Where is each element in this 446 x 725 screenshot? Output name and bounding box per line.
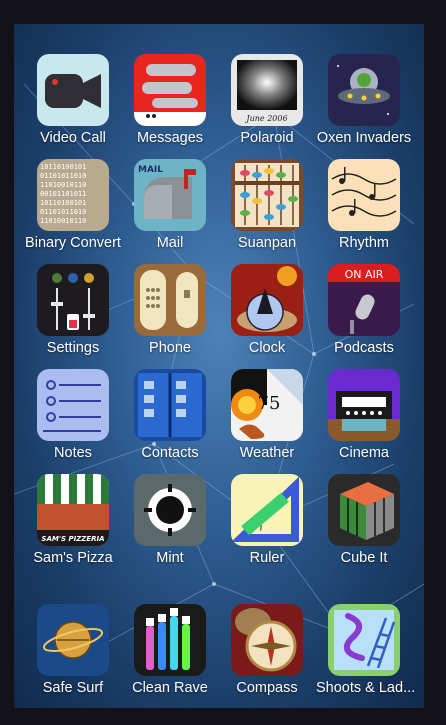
app-notes[interactable]: Notes xyxy=(25,369,121,461)
app-label: Oxen Invaders xyxy=(316,130,412,146)
temperature-text: 75 xyxy=(258,393,281,414)
app-mint[interactable]: Mint xyxy=(122,474,218,566)
app-mail[interactable]: MAIL Mail xyxy=(122,159,218,251)
address-book-icon xyxy=(134,369,206,441)
app-clock[interactable]: Clock xyxy=(219,264,315,356)
ufo-icon xyxy=(328,54,400,126)
phone-handset-icon xyxy=(134,264,206,336)
pizzeria-storefront-icon: SAM'S PIZZERIA xyxy=(37,474,109,546)
mailbox-icon: MAIL xyxy=(134,159,206,231)
app-settings[interactable]: Settings xyxy=(25,264,121,356)
polaroid-photo-icon: June 2006 xyxy=(231,54,303,126)
app-label: Phone xyxy=(149,340,191,356)
app-label: Contacts xyxy=(141,445,199,461)
app-label: Suanpan xyxy=(237,235,297,251)
app-clean-rave[interactable]: Clean Rave xyxy=(122,604,218,696)
app-podcasts[interactable]: ON AIR Podcasts xyxy=(316,264,412,356)
app-safe-surf[interactable]: Safe Surf xyxy=(25,604,121,696)
abacus-icon xyxy=(231,159,303,231)
app-compass[interactable]: Compass xyxy=(219,604,315,696)
film-projector-icon xyxy=(328,369,400,441)
app-contacts[interactable]: Contacts xyxy=(122,369,218,461)
app-sams-pizza[interactable]: SAM'S PIZZERIA Sam's Pizza xyxy=(25,474,121,566)
app-label: Clock xyxy=(248,340,286,356)
app-messages[interactable]: Messages xyxy=(122,54,218,146)
compass-icon xyxy=(231,604,303,676)
svg-text:01101011010: 01101011010 xyxy=(40,208,86,216)
binary-digits-icon: 10110100101 01101011010 11010010110 0010110… xyxy=(37,159,109,231)
svg-text:10110100101: 10110100101 xyxy=(40,199,86,207)
app-label: Podcasts xyxy=(334,340,394,356)
app-label: Rhythm xyxy=(339,235,389,251)
app-label: Safe Surf xyxy=(42,680,104,696)
ruler-triangle-icon xyxy=(231,474,303,546)
home-screen: Video Call Messages June 2006 Polaroid O… xyxy=(14,24,424,708)
app-phone[interactable]: Phone xyxy=(122,264,218,356)
sliders-icon xyxy=(37,264,109,336)
on-air-sign: ON AIR xyxy=(345,268,384,281)
notes-list-icon xyxy=(37,369,109,441)
app-label: Compass xyxy=(236,680,298,696)
app-ruler[interactable]: Ruler xyxy=(219,474,315,566)
sundial-clock-icon xyxy=(231,264,303,336)
planet-compass-icon xyxy=(37,604,109,676)
app-label: Weather xyxy=(239,445,295,461)
app-cinema[interactable]: Cinema xyxy=(316,369,412,461)
app-label: Messages xyxy=(136,130,204,146)
svg-text:00101101011: 00101101011 xyxy=(40,190,86,198)
microphone-icon: ON AIR xyxy=(328,264,400,336)
app-label: Polaroid xyxy=(240,130,294,146)
app-label: Cube It xyxy=(340,550,388,566)
svg-text:11010010110: 11010010110 xyxy=(40,217,86,225)
pizzeria-sign: SAM'S PIZZERIA xyxy=(41,535,104,543)
app-video-call[interactable]: Video Call xyxy=(25,54,121,146)
polaroid-caption: June 2006 xyxy=(244,114,287,123)
app-label: Shoots & Lad... xyxy=(316,680,416,696)
app-polaroid[interactable]: June 2006 Polaroid xyxy=(219,54,315,146)
app-rhythm[interactable]: Rhythm xyxy=(316,159,412,251)
mint-candy-icon xyxy=(134,474,206,546)
app-suanpan[interactable]: Suanpan xyxy=(219,159,315,251)
svg-text:11010010110: 11010010110 xyxy=(40,181,86,189)
app-binary-convert[interactable]: 10110100101 01101011010 11010010110 0010110… xyxy=(25,159,121,251)
music-notes-icon xyxy=(328,159,400,231)
app-cube-it[interactable]: Cube It xyxy=(316,474,412,566)
neon-toothbrushes-icon xyxy=(134,604,206,676)
rubiks-cube-icon xyxy=(328,474,400,546)
app-label: Cinema xyxy=(339,445,389,461)
chat-bubbles-icon xyxy=(134,54,206,126)
app-label: Clean Rave xyxy=(132,680,208,696)
app-label: Notes xyxy=(54,445,92,461)
svg-text:10110100101: 10110100101 xyxy=(40,163,86,171)
app-label: Settings xyxy=(46,340,100,356)
app-label: Mail xyxy=(156,235,184,251)
app-label: Ruler xyxy=(249,550,285,566)
app-weather[interactable]: 75 Weather xyxy=(219,369,315,461)
mailbox-sign: MAIL xyxy=(138,165,163,175)
app-label: Mint xyxy=(156,550,184,566)
snake-ladder-icon xyxy=(328,604,400,676)
weather-icon: 75 xyxy=(231,369,303,441)
phone-frame: Video Call Messages June 2006 Polaroid O… xyxy=(0,0,446,725)
app-label: Sam's Pizza xyxy=(33,550,113,566)
app-label: Binary Convert xyxy=(25,235,121,251)
app-oxen-invaders[interactable]: Oxen Invaders xyxy=(316,54,412,146)
svg-text:01101011010: 01101011010 xyxy=(40,172,86,180)
video-camera-icon xyxy=(37,54,109,126)
app-shoots-ladders[interactable]: Shoots & Lad... xyxy=(316,604,416,696)
app-label: Video Call xyxy=(40,130,106,146)
